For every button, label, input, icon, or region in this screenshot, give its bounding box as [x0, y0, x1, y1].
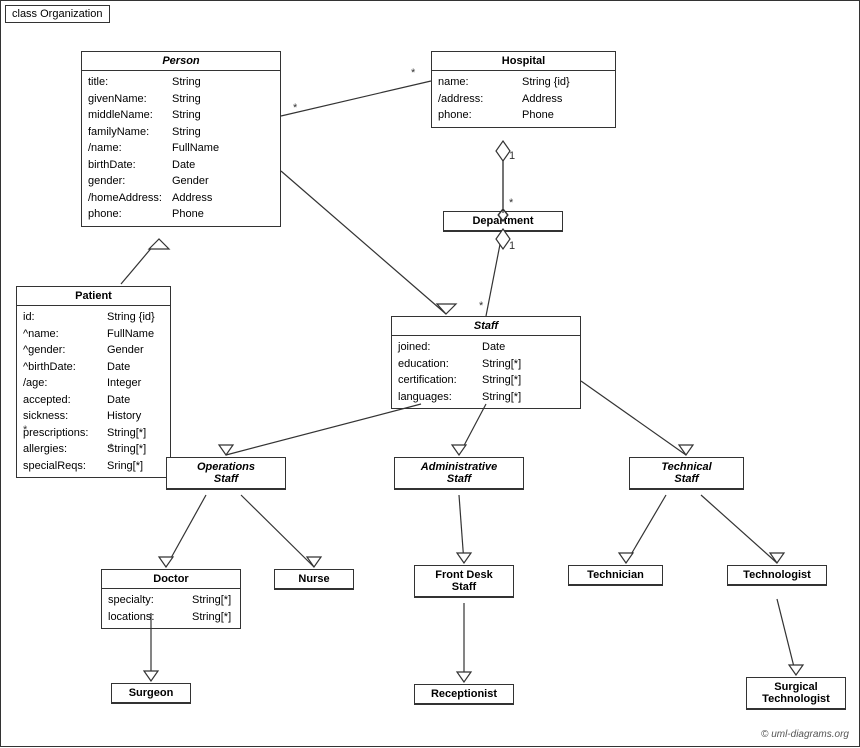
class-person-header: Person [82, 52, 280, 71]
class-receptionist: Receptionist [414, 684, 514, 705]
class-technician-header: Technician [569, 566, 662, 585]
class-hospital-header: Hospital [432, 52, 615, 71]
class-surgical-technologist: SurgicalTechnologist [746, 677, 846, 710]
class-doctor: Doctor specialty:String[*] locations:Str… [101, 569, 241, 629]
class-patient: Patient id:String {id} ^name:FullName ^g… [16, 286, 171, 478]
class-patient-header: Patient [17, 287, 170, 306]
diagram-title: class Organization [5, 5, 110, 23]
class-technologist: Technologist [727, 565, 827, 586]
uml-diagram: class Organization Person title:String g… [0, 0, 860, 747]
class-person-body: title:String givenName:String middleName… [82, 71, 280, 226]
class-administrative-staff: AdministrativeStaff [394, 457, 524, 490]
class-patient-body: id:String {id} ^name:FullName ^gender:Ge… [17, 306, 170, 477]
class-hospital-body: name:String {id} /address:Address phone:… [432, 71, 615, 127]
class-staff-body: joined:Date education:String[*] certific… [392, 336, 580, 408]
class-doctor-body: specialty:String[*] locations:String[*] [102, 589, 240, 628]
class-staff: Staff joined:Date education:String[*] ce… [391, 316, 581, 409]
class-technologist-header: Technologist [728, 566, 826, 585]
svg-text:1: 1 [509, 240, 515, 252]
class-front-desk: Front DeskStaff [414, 565, 514, 598]
svg-text:*: * [293, 102, 298, 114]
class-surgeon: Surgeon [111, 683, 191, 704]
footer: © uml-diagrams.org [761, 729, 849, 740]
class-nurse-header: Nurse [275, 570, 353, 589]
class-receptionist-header: Receptionist [415, 685, 513, 704]
class-technician: Technician [568, 565, 663, 586]
class-nurse: Nurse [274, 569, 354, 590]
class-admin-header: AdministrativeStaff [395, 458, 523, 489]
class-frontdesk-header: Front DeskStaff [415, 566, 513, 597]
svg-text:*: * [479, 300, 484, 312]
class-tech-header: TechnicalStaff [630, 458, 743, 489]
class-staff-header: Staff [392, 317, 580, 336]
class-operations-staff: OperationsStaff [166, 457, 286, 490]
class-operations-header: OperationsStaff [167, 458, 285, 489]
class-hospital: Hospital name:String {id} /address:Addre… [431, 51, 616, 128]
svg-text:*: * [509, 197, 514, 209]
class-person: Person title:String givenName:String mid… [81, 51, 281, 227]
svg-text:1: 1 [509, 150, 515, 162]
svg-text:*: * [411, 67, 416, 79]
class-technical-staff: TechnicalStaff [629, 457, 744, 490]
class-doctor-header: Doctor [102, 570, 240, 589]
class-surtech-header: SurgicalTechnologist [747, 678, 845, 709]
class-department-header: Department [444, 212, 562, 231]
class-surgeon-header: Surgeon [112, 684, 190, 703]
class-department: Department [443, 211, 563, 232]
